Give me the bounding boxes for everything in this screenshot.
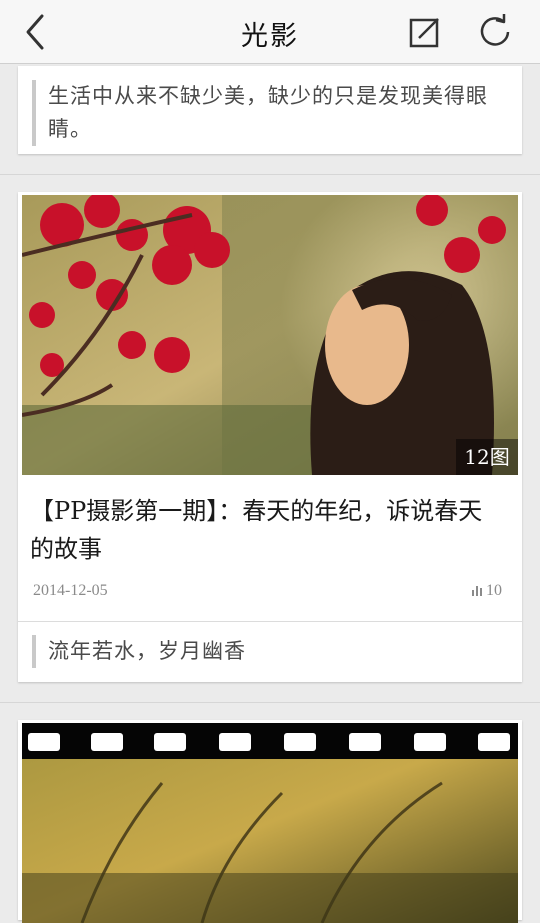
quote-card[interactable]: 生活中从来不缺少美，缺少的只是发现美得眼睛。 bbox=[18, 66, 522, 154]
post-photo[interactable]: 12图 bbox=[22, 195, 518, 475]
film-card[interactable] bbox=[18, 720, 522, 923]
film-photo[interactable] bbox=[22, 723, 518, 923]
page-title: 光影 bbox=[241, 21, 299, 52]
post-stat: 10 bbox=[472, 582, 502, 600]
cover-photo bbox=[22, 195, 518, 475]
bar-chart-icon bbox=[472, 586, 482, 596]
card-divider bbox=[18, 621, 522, 622]
refresh-icon[interactable] bbox=[474, 12, 514, 52]
section-divider bbox=[0, 174, 540, 175]
post-title[interactable]: 【PP摄影第一期】：春天的年纪，诉说春天的故事 bbox=[30, 492, 504, 568]
section-divider bbox=[0, 702, 540, 703]
image-count-badge: 12图 bbox=[456, 439, 518, 475]
navigation-bar: 光影 bbox=[0, 0, 540, 64]
post-quote: 流年若水，岁月幽香 bbox=[32, 635, 508, 668]
post-card[interactable]: 12图 【PP摄影第一期】：春天的年纪，诉说春天的故事 2014-12-05 1… bbox=[18, 192, 522, 682]
post-date: 2014-12-05 bbox=[33, 582, 108, 599]
edit-icon[interactable] bbox=[404, 12, 444, 52]
stat-count: 10 bbox=[486, 582, 502, 599]
film-strip-image bbox=[22, 723, 518, 923]
card-quote: 生活中从来不缺少美，缺少的只是发现美得眼睛。 bbox=[32, 80, 508, 146]
